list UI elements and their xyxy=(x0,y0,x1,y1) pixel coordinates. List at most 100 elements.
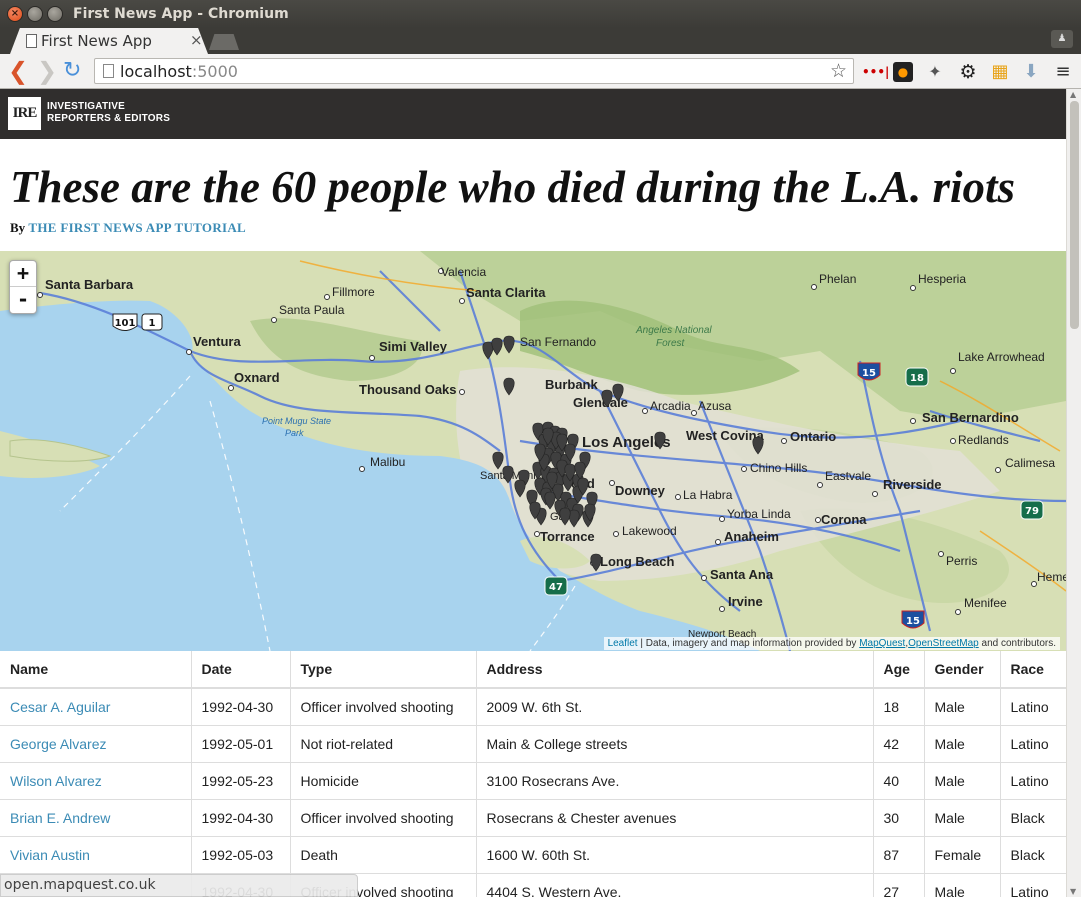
tab-close-icon[interactable]: × xyxy=(190,31,203,49)
cell-address: Main & College streets xyxy=(476,724,874,762)
map[interactable]: Valencia Santa Barbara Fillmore Santa Cl… xyxy=(0,251,1066,651)
column-header-race: Race xyxy=(1000,651,1066,689)
cell-gender: Male xyxy=(924,761,1001,799)
pin-extension-icon[interactable]: ✦ xyxy=(925,62,945,82)
cell-gender: Male xyxy=(924,724,1001,762)
cell-date: 1992-04-30 xyxy=(191,687,291,725)
new-tab-button[interactable] xyxy=(209,34,239,50)
window-close-button[interactable]: × xyxy=(7,6,23,22)
forward-arrow-icon: ❯ xyxy=(37,57,58,85)
cell-type: Homicide xyxy=(290,761,477,799)
bookmark-star-icon[interactable]: ☆ xyxy=(830,60,847,82)
victims-table: Name Date Type Address Age Gender Race C… xyxy=(0,651,1066,897)
profile-icon[interactable]: ♟ xyxy=(1051,30,1073,48)
table-header-row: Name Date Type Address Age Gender Race xyxy=(0,651,1066,689)
place-label: Santa Barbara xyxy=(45,277,134,292)
cell-date: 1992-05-01 xyxy=(191,724,291,762)
place-label: Torrance xyxy=(540,529,595,544)
close-icon: × xyxy=(10,8,20,19)
place-label: Redlands xyxy=(958,433,1009,447)
column-header-gender: Gender xyxy=(924,651,1001,689)
cell-type: Not riot-related xyxy=(290,724,477,762)
cell-gender: Male xyxy=(924,872,1001,897)
tab-title: First News App xyxy=(41,32,152,50)
openstreetmap-link[interactable]: OpenStreetMap xyxy=(908,638,979,649)
svg-text:1: 1 xyxy=(149,318,156,329)
address-bar[interactable]: localhost:5000 ☆ xyxy=(94,58,854,84)
cubes-extension-icon[interactable]: ▦ xyxy=(990,62,1010,82)
ire-logo[interactable]: IRE xyxy=(8,97,41,130)
back-arrow-icon: ❮ xyxy=(8,57,29,85)
place-label: Fillmore xyxy=(332,285,375,299)
cell-age: 42 xyxy=(873,724,925,762)
menu-icon[interactable]: ≡ xyxy=(1053,62,1073,82)
tab-first-news-app[interactable]: First News App × xyxy=(10,28,208,54)
map-attribution: Leaflet | Data, imagery and map informat… xyxy=(603,637,1060,650)
cell-address: 1600 W. 60th St. xyxy=(476,835,874,873)
cell-name[interactable]: Cesar A. Aguilar xyxy=(0,687,192,725)
table-row: Wilson Alvarez 1992-05-23 Homicide 3100 Ros… xyxy=(0,761,1066,799)
page-icon xyxy=(26,34,37,48)
place-label: Long Beach xyxy=(600,554,674,569)
park-label: Angeles National xyxy=(635,325,712,336)
cell-date: 1992-05-23 xyxy=(191,761,291,799)
cell-race: Black xyxy=(1000,835,1066,873)
cell-age: 18 xyxy=(873,687,925,725)
svg-text:47: 47 xyxy=(549,582,563,593)
place-label: Santa Ana xyxy=(710,567,774,582)
ninja-extension-icon[interactable]: ● xyxy=(893,62,913,82)
window-maximize-button[interactable] xyxy=(47,6,63,22)
place-label: Santa Paula xyxy=(279,303,345,317)
reload-button[interactable]: ↻ xyxy=(63,59,81,83)
cell-name[interactable]: Wilson Alvarez xyxy=(0,761,192,799)
place-label: Valencia xyxy=(441,265,486,279)
place-label: Perris xyxy=(946,554,977,568)
place-label: Downey xyxy=(615,483,666,498)
cell-name[interactable]: Vivian Austin xyxy=(0,835,192,873)
place-label: Calimesa xyxy=(1005,456,1055,470)
table-row: Brian E. Andrew 1992-04-30 Officer involve… xyxy=(0,798,1066,836)
place-label: Eastvale xyxy=(825,469,871,483)
place-label: Lake Arrowhead xyxy=(958,350,1045,364)
place-label: Irvine xyxy=(728,594,763,609)
cell-race: Latino xyxy=(1000,872,1066,897)
gear-icon[interactable]: ⚙ xyxy=(958,62,978,82)
cell-name[interactable]: George Alvarez xyxy=(0,724,192,762)
cell-race: Black xyxy=(1000,798,1066,836)
page-title: These are the 60 people who died during … xyxy=(10,162,1016,212)
page-scrollbar[interactable]: ▲ ▼ xyxy=(1066,89,1081,897)
column-header-name: Name xyxy=(0,651,192,689)
cell-gender: Male xyxy=(924,798,1001,836)
place-label: Ontario xyxy=(790,429,836,444)
scrollbar-thumb[interactable] xyxy=(1070,101,1079,329)
place-label: Hemet xyxy=(1037,570,1066,584)
place-label: Phelan xyxy=(819,272,856,286)
lastpass-icon[interactable]: •••| xyxy=(862,62,889,82)
download-icon[interactable]: ⬇ xyxy=(1021,62,1041,82)
leaflet-link[interactable]: Leaflet xyxy=(608,638,638,649)
scroll-down-icon[interactable]: ▼ xyxy=(1070,887,1076,896)
place-label: Anaheim xyxy=(724,529,779,544)
back-button[interactable]: ❮ xyxy=(8,59,28,83)
place-label: Riverside xyxy=(883,477,942,492)
mapquest-link[interactable]: MapQuest xyxy=(859,638,905,649)
status-bubble: open.mapquest.co.uk xyxy=(0,874,358,897)
zoom-out-button[interactable]: - xyxy=(10,287,36,313)
tab-strip: First News App × ♟ xyxy=(0,28,1081,54)
column-header-address: Address xyxy=(476,651,874,689)
window-minimize-button[interactable] xyxy=(27,6,43,22)
forward-button[interactable]: ❯ xyxy=(37,59,57,83)
zoom-in-button[interactable]: + xyxy=(10,261,36,287)
reload-icon: ↻ xyxy=(63,58,82,83)
cell-type: Death xyxy=(290,835,477,873)
cell-type: Officer involved shooting xyxy=(290,798,477,836)
cell-name[interactable]: Brian E. Andrew xyxy=(0,798,192,836)
column-header-date: Date xyxy=(191,651,291,689)
column-header-type: Type xyxy=(290,651,477,689)
address-url[interactable]: localhost:5000 xyxy=(120,62,238,81)
place-label: Azusa xyxy=(698,399,732,413)
place-label: La Habra xyxy=(683,488,733,502)
byline: By THE FIRST NEWS APP TUTORIAL xyxy=(10,220,247,235)
byline-link[interactable]: THE FIRST NEWS APP TUTORIAL xyxy=(28,220,246,235)
scroll-up-icon[interactable]: ▲ xyxy=(1070,90,1076,99)
